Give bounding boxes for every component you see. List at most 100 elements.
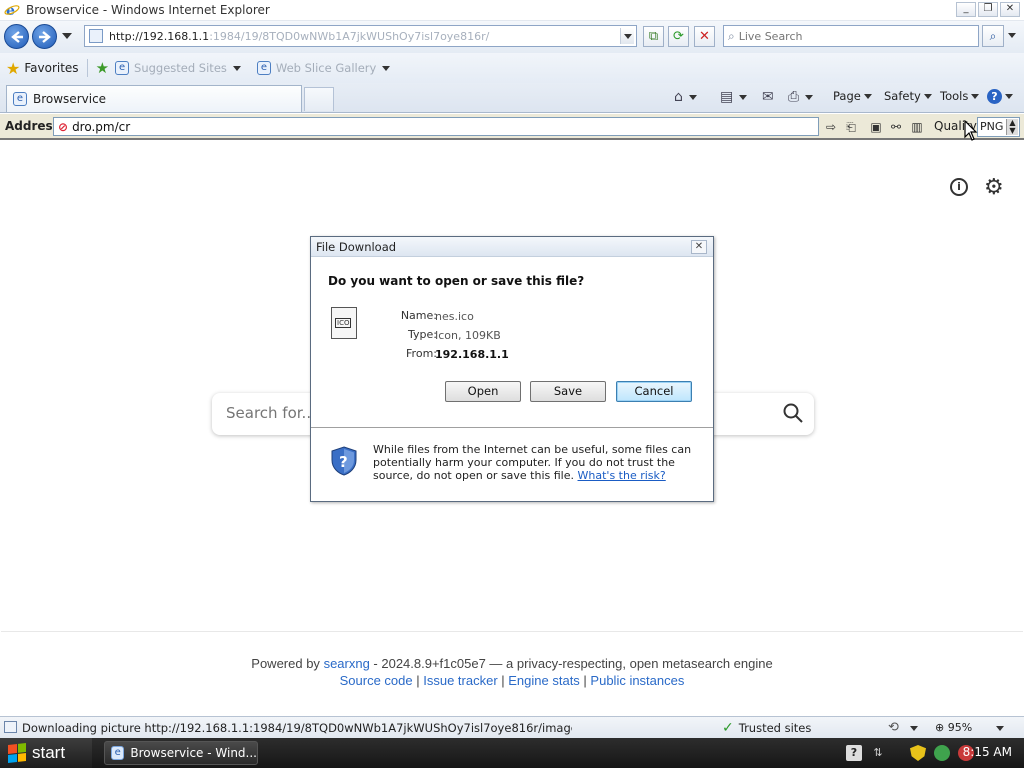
footer-links: Source code | Issue tracker | Engine sta…	[1, 673, 1023, 688]
tab-browservice[interactable]: e Browservice	[6, 85, 302, 112]
stop-button[interactable]: ✕	[694, 26, 715, 47]
favorites-item-web-slice-gallery[interactable]: e Web Slice Gallery	[256, 61, 391, 75]
favorites-bar: ★ Favorites ★ e Suggested Sites e Web Sl…	[0, 53, 1024, 83]
status-bar: Downloading picture http://192.168.1.1:1…	[0, 716, 1024, 738]
engine-stats-link[interactable]: Engine stats	[508, 673, 580, 688]
help-button[interactable]: ?	[987, 89, 1013, 104]
tools-menu[interactable]: Tools	[940, 89, 980, 103]
favorites-item-label: Suggested Sites	[134, 61, 227, 75]
restore-button[interactable]: ❐	[978, 2, 998, 17]
source-code-link[interactable]: Source code	[340, 673, 413, 688]
info-icon[interactable]: i	[950, 178, 968, 196]
recent-pages-dropdown[interactable]	[62, 33, 72, 39]
clipboard-icon[interactable]: ▥	[908, 118, 926, 136]
open-button[interactable]: Open	[445, 381, 521, 402]
search-box[interactable]: ⌕	[723, 25, 979, 47]
favorites-item-suggested-sites[interactable]: e Suggested Sites	[115, 61, 241, 75]
chevron-down-icon[interactable]	[910, 726, 918, 731]
tab-bar: e Browservice ⌂ ▤ ✉ ⎙ Page Safety Tools …	[0, 83, 1024, 113]
warning-text: While files from the Internet can be use…	[373, 443, 703, 482]
zoom-level: 95%	[947, 721, 973, 734]
zoom-icon: ⊕	[935, 721, 945, 734]
network-icon[interactable]: ⇅	[870, 745, 886, 761]
cancel-button[interactable]: Cancel	[616, 381, 692, 402]
type-label: Type:	[408, 328, 437, 341]
windows-logo-icon	[8, 743, 26, 763]
rss-feed-icon: ▤	[720, 89, 734, 105]
find-binoculars-icon[interactable]: ⚯	[887, 118, 905, 136]
page-loading-icon	[4, 721, 17, 733]
clock[interactable]: 8:15 AM	[963, 745, 1012, 759]
link-separator: |	[412, 673, 424, 688]
help-icon: ?	[987, 89, 1002, 104]
help-tray-icon[interactable]: ?	[846, 745, 862, 761]
home-button[interactable]: ⌂	[674, 89, 697, 105]
internet-explorer-icon: e	[13, 92, 27, 106]
file-source: 192.168.1.1	[435, 348, 509, 361]
new-tab-button[interactable]	[304, 87, 334, 111]
feeds-button[interactable]: ▤	[720, 89, 748, 105]
search-input[interactable]	[738, 29, 959, 43]
address-input[interactable]	[72, 119, 793, 134]
home-icon: ⌂	[674, 89, 683, 105]
security-shield-tray-icon[interactable]	[910, 745, 926, 761]
url-dropdown-button[interactable]	[620, 28, 634, 44]
save-button[interactable]: Save	[530, 381, 606, 402]
link-separator: |	[497, 673, 509, 688]
forward-button[interactable]	[32, 24, 57, 49]
taskbar-item-browservice[interactable]: e Browservice - Wind...	[104, 741, 258, 765]
update-tray-icon[interactable]	[934, 745, 950, 761]
read-mail-button[interactable]: ✉	[762, 89, 774, 105]
dialog-title: File Download	[316, 239, 397, 254]
searxng-link[interactable]: searxng	[324, 656, 370, 671]
go-arrow-icon[interactable]: ⇨	[822, 118, 840, 136]
favorites-star-icon: ★	[6, 58, 21, 78]
print-button[interactable]: ⎙	[788, 89, 814, 105]
from-label: From:	[406, 347, 437, 360]
zoom-dropdown-icon[interactable]	[996, 726, 1004, 731]
page-menu-label: Page	[833, 89, 861, 103]
search-go-button[interactable]: ⌕	[982, 25, 1004, 47]
internet-explorer-icon: e	[115, 61, 130, 75]
protected-mode-icon[interactable]: ⟲	[888, 720, 899, 735]
save-page-icon[interactable]: ▣	[867, 118, 885, 136]
safety-menu-label: Safety	[884, 89, 921, 103]
back-button[interactable]	[4, 24, 29, 49]
address-field[interactable]: ⊘	[53, 117, 819, 136]
bookmark-icon[interactable]: ⎗	[842, 118, 860, 136]
search-icon[interactable]	[782, 402, 804, 424]
zoom-control[interactable]: ⊕ 95%	[935, 721, 972, 734]
chevron-down-icon	[688, 94, 697, 100]
page-menu[interactable]: Page	[833, 89, 872, 103]
start-button[interactable]: start	[0, 738, 92, 768]
spinner-arrows-icon[interactable]: ▲ ▼	[1006, 119, 1018, 135]
page-icon	[89, 29, 103, 43]
safety-menu[interactable]: Safety	[884, 89, 932, 103]
dialog-close-button[interactable]: ✕	[691, 240, 707, 254]
minimize-button[interactable]: _	[956, 2, 976, 17]
whats-the-risk-link[interactable]: What's the risk?	[578, 469, 666, 482]
add-to-favorites-icon[interactable]: ★	[96, 59, 109, 77]
taskbar-item-label: Browservice - Wind...	[130, 746, 257, 760]
navigation-bar: http://192.168.1.1:1984/19/8TQD0wNWb1A7j…	[0, 21, 1024, 53]
public-instances-link[interactable]: Public instances	[590, 673, 684, 688]
compatibility-view-button[interactable]: ⧉	[643, 26, 664, 47]
close-window-button[interactable]: ✕	[1000, 2, 1020, 17]
favorites-button[interactable]: Favorites	[24, 61, 78, 75]
chevron-down-icon	[971, 93, 980, 99]
quality-value: PNG	[980, 120, 1004, 133]
svg-text:?: ?	[339, 453, 348, 471]
security-zone[interactable]: ✓ Trusted sites	[722, 720, 811, 736]
issue-tracker-link[interactable]: Issue tracker	[423, 673, 497, 688]
url-bar[interactable]: http://192.168.1.1:1984/19/8TQD0wNWb1A7j…	[84, 25, 637, 47]
dialog-question: Do you want to open or save this file?	[328, 274, 585, 288]
quality-select[interactable]: PNG ▲ ▼	[977, 117, 1020, 137]
gear-icon[interactable]: ⚙	[984, 175, 1004, 200]
link-separator: |	[579, 673, 591, 688]
refresh-button[interactable]: ⟳	[668, 26, 689, 47]
chevron-down-icon	[923, 93, 932, 99]
search-options-dropdown[interactable]	[1008, 33, 1016, 38]
mouse-cursor-icon	[964, 120, 978, 141]
dialog-title-bar[interactable]: File Download	[311, 237, 713, 257]
dialog-warning-section: ? While files from the Internet can be u…	[311, 427, 713, 501]
